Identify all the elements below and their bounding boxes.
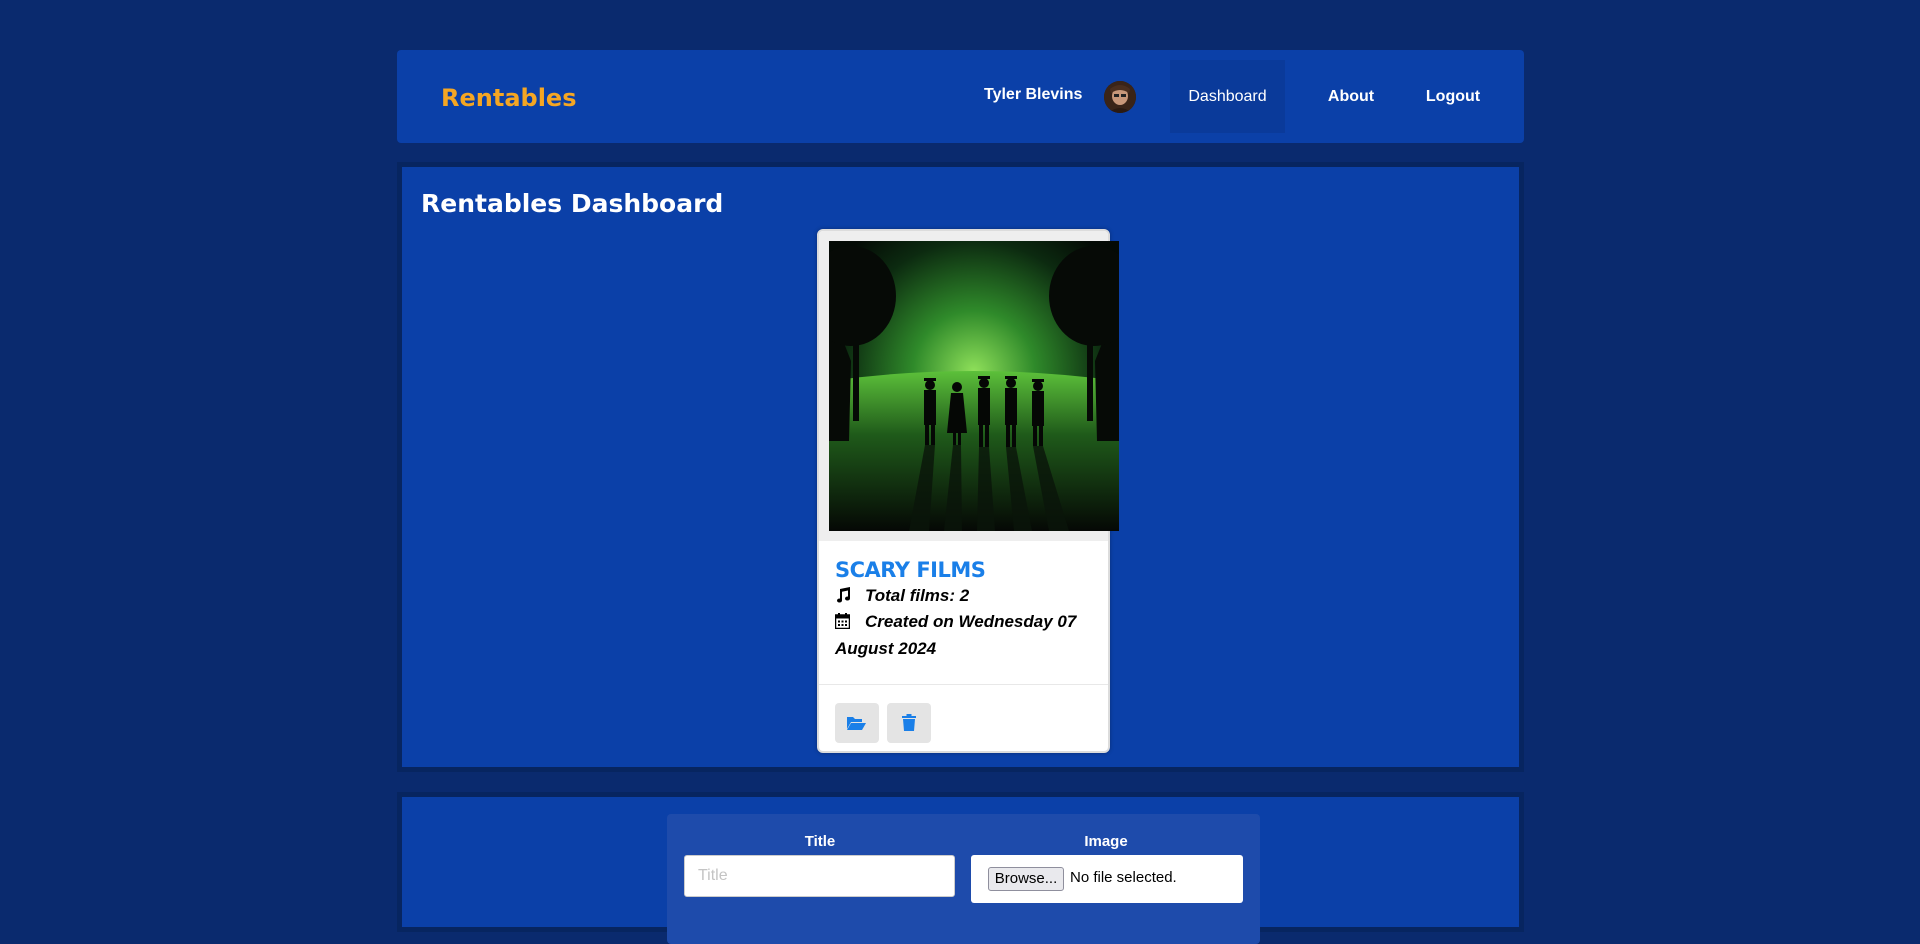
nav-logout[interactable]: Logout	[1407, 60, 1499, 133]
collection-card: SCARY FILMS Total films: 2 Created on We…	[817, 229, 1119, 753]
page-title: Rentables Dashboard	[421, 189, 724, 218]
browse-button[interactable]: Browse...	[988, 867, 1064, 891]
calendar-icon	[834, 611, 851, 636]
card-image-frame	[819, 231, 1119, 541]
image-label: Image	[1084, 833, 1128, 850]
title-label: Title	[804, 833, 836, 850]
brand-logo[interactable]: Rentables	[441, 84, 576, 112]
create-form: Title Image Browse... No file selected.	[667, 814, 1260, 944]
music-note-icon	[835, 585, 851, 610]
avatar[interactable]	[1104, 81, 1136, 113]
user-name: Tyler Blevins	[984, 86, 1083, 103]
card-divider	[819, 684, 1108, 685]
nav-dashboard[interactable]: Dashboard	[1170, 60, 1285, 133]
title-input[interactable]	[684, 855, 955, 897]
nav-about[interactable]: About	[1311, 60, 1391, 133]
dashboard-panel: Rentables Dashboard SCARY FILMS Total fi…	[397, 162, 1524, 772]
card-title[interactable]: SCARY FILMS	[835, 558, 986, 582]
open-button[interactable]	[835, 703, 879, 743]
total-films: Total films: 2	[835, 583, 1100, 610]
total-films-text: Total films: 2	[865, 586, 970, 605]
navbar: Rentables Tyler Blevins Dashboard About …	[397, 50, 1524, 143]
delete-button[interactable]	[887, 703, 931, 743]
create-panel: Title Image Browse... No file selected.	[397, 792, 1524, 944]
file-status: No file selected.	[1070, 869, 1177, 886]
image-file-input[interactable]: Browse... No file selected.	[971, 855, 1243, 903]
created-date: Created on Wednesday 07 August 2024	[834, 609, 1100, 661]
created-date-text: Created on Wednesday 07 August 2024	[835, 612, 1077, 658]
card-image[interactable]	[829, 241, 1119, 531]
